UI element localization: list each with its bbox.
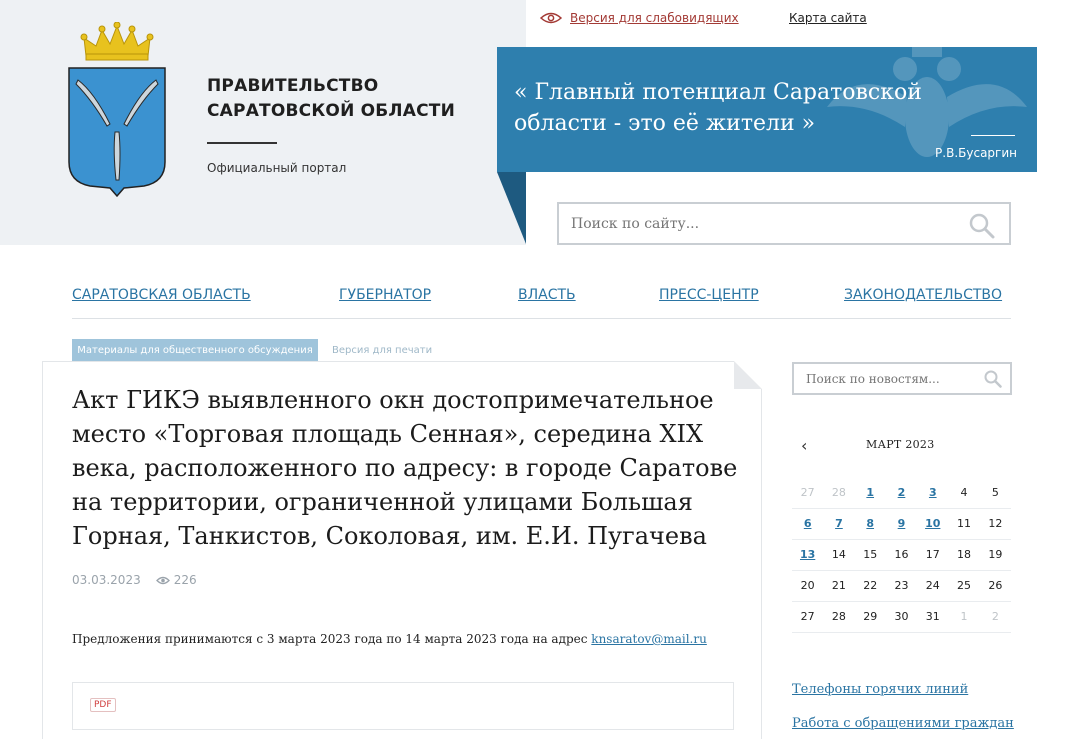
- calendar-day: 22: [854, 570, 886, 602]
- calendar-day: 27: [792, 477, 824, 509]
- calendar-day: 4: [948, 477, 980, 509]
- main-navigation: САРАТОВСКАЯ ОБЛАСТЬ ГУБЕРНАТОР ВЛАСТЬ ПР…: [72, 287, 1011, 319]
- calendar-month: МАРТ 2023: [866, 438, 935, 451]
- article-card: Акт ГИКЭ выявленного окн достопримечател…: [42, 361, 762, 739]
- print-version-link[interactable]: Версия для печати: [332, 345, 432, 356]
- calendar-day: 5: [979, 477, 1011, 509]
- pdf-icon[interactable]: PDF: [90, 698, 116, 712]
- quote-banner: « Главный потенциал Саратовской области …: [497, 47, 1037, 172]
- calendar-grid: 27 28 1 2 3 4 5 6 7 8 9 10 11 12 13 14 15 16 17 18 19 20 21 22 2…: [792, 477, 1011, 633]
- calendar-day: 28: [823, 477, 855, 509]
- calendar-day: 12: [979, 508, 1011, 540]
- quote-author: Р.В.Бусаргин: [935, 146, 1017, 160]
- calendar-day: 19: [979, 539, 1011, 571]
- calendar-day: 17: [917, 539, 949, 571]
- coat-of-arms-icon[interactable]: [64, 22, 170, 198]
- article-notice: Предложения принимаются с 3 марта 2023 г…: [72, 632, 707, 646]
- nav-authority[interactable]: ВЛАСТЬ: [518, 287, 576, 303]
- calendar-week: 6 7 8 9 10 11 12: [792, 508, 1011, 540]
- nav-legislation[interactable]: ЗАКОНОДАТЕЛЬСТВО: [844, 287, 1002, 303]
- governor-quote: « Главный потенциал Саратовской области …: [514, 80, 922, 136]
- calendar-day: 27: [792, 601, 824, 633]
- site-search-box[interactable]: [557, 202, 1011, 245]
- nav-governor[interactable]: ГУБЕРНАТОР: [339, 287, 431, 303]
- government-title: ПРАВИТЕЛЬСТВО САРАТОВСКОЙ ОБЛАСТИ: [207, 74, 455, 124]
- eye-icon: [540, 12, 562, 24]
- low-vision-toggle[interactable]: Версия для слабовидящих: [540, 11, 739, 25]
- notice-text: Предложения принимаются с 3 марта 2023 г…: [72, 632, 592, 646]
- notice-email-link[interactable]: knsaratov@mail.ru: [591, 632, 707, 646]
- site-search-input[interactable]: [571, 215, 951, 232]
- calendar-day[interactable]: 7: [823, 508, 855, 540]
- news-search-input[interactable]: [806, 371, 976, 386]
- calendar-day[interactable]: 2: [885, 477, 918, 509]
- calendar-week: 20 21 22 23 24 25 26: [792, 570, 1011, 602]
- calendar-day[interactable]: 1: [854, 477, 886, 509]
- calendar-day: 21: [823, 570, 855, 602]
- hotline-phones-link[interactable]: Телефоны горячих линий: [792, 682, 968, 697]
- calendar-day: 24: [917, 570, 949, 602]
- calendar-week: 27 28 1 2 3 4 5: [792, 477, 1011, 509]
- calendar-day: 29: [854, 601, 886, 633]
- title-divider: [207, 142, 277, 144]
- article-date: 03.03.2023: [72, 573, 141, 587]
- calendar-day: 11: [948, 508, 980, 540]
- calendar-week: 27 28 29 30 31 1 2: [792, 601, 1011, 633]
- calendar-day: 2: [979, 601, 1011, 633]
- citizen-appeals-link[interactable]: Работа с обращениями граждан: [792, 716, 1014, 731]
- calendar-day: 31: [917, 601, 949, 633]
- government-title-line1: ПРАВИТЕЛЬСТВО: [207, 76, 379, 96]
- calendar-prev-button[interactable]: ‹: [801, 436, 807, 455]
- eye-icon: [155, 576, 170, 584]
- calendar-day[interactable]: 8: [854, 508, 886, 540]
- calendar-day: 30: [885, 601, 918, 633]
- author-divider: [971, 135, 1015, 136]
- article-views: 226: [155, 573, 197, 587]
- calendar-day: 25: [948, 570, 980, 602]
- calendar-week: 13 14 15 16 17 18 19: [792, 539, 1011, 571]
- calendar-day: 26: [979, 570, 1011, 602]
- portal-subtitle: Официальный портал: [207, 161, 347, 175]
- calendar-day[interactable]: 13: [792, 539, 824, 571]
- calendar-day: 16: [885, 539, 918, 571]
- calendar-day[interactable]: 6: [792, 508, 824, 540]
- government-title-line2: САРАТОВСКОЙ ОБЛАСТИ: [207, 101, 456, 121]
- calendar-day: 14: [823, 539, 855, 571]
- article-title: Акт ГИКЭ выявленного окн достопримечател…: [72, 386, 738, 550]
- search-icon[interactable]: [984, 370, 1002, 388]
- calendar-day[interactable]: 10: [917, 508, 949, 540]
- calendar-day[interactable]: 3: [917, 477, 949, 509]
- calendar-day: 1: [948, 601, 980, 633]
- attachment-box[interactable]: PDF: [72, 682, 734, 730]
- banner-fold: [497, 172, 526, 244]
- calendar-day[interactable]: 9: [885, 508, 918, 540]
- news-search-box[interactable]: [792, 362, 1012, 395]
- nav-saratov-region[interactable]: САРАТОВСКАЯ ОБЛАСТЬ: [72, 287, 251, 303]
- article-meta: 03.03.2023 226: [72, 573, 197, 587]
- low-vision-link[interactable]: Версия для слабовидящих: [570, 11, 739, 25]
- sitemap-link[interactable]: Карта сайта: [789, 11, 867, 25]
- calendar-day: 18: [948, 539, 980, 571]
- calendar-day: 28: [823, 601, 855, 633]
- calendar-day: 23: [885, 570, 918, 602]
- tab-public-discussion[interactable]: Материалы для общественного обсуждения: [72, 339, 318, 362]
- views-count: 226: [173, 573, 197, 587]
- nav-press-center[interactable]: ПРЕСС-ЦЕНТР: [659, 287, 759, 303]
- search-icon[interactable]: [969, 213, 995, 239]
- calendar-day: 15: [854, 539, 886, 571]
- calendar-day: 20: [792, 570, 824, 602]
